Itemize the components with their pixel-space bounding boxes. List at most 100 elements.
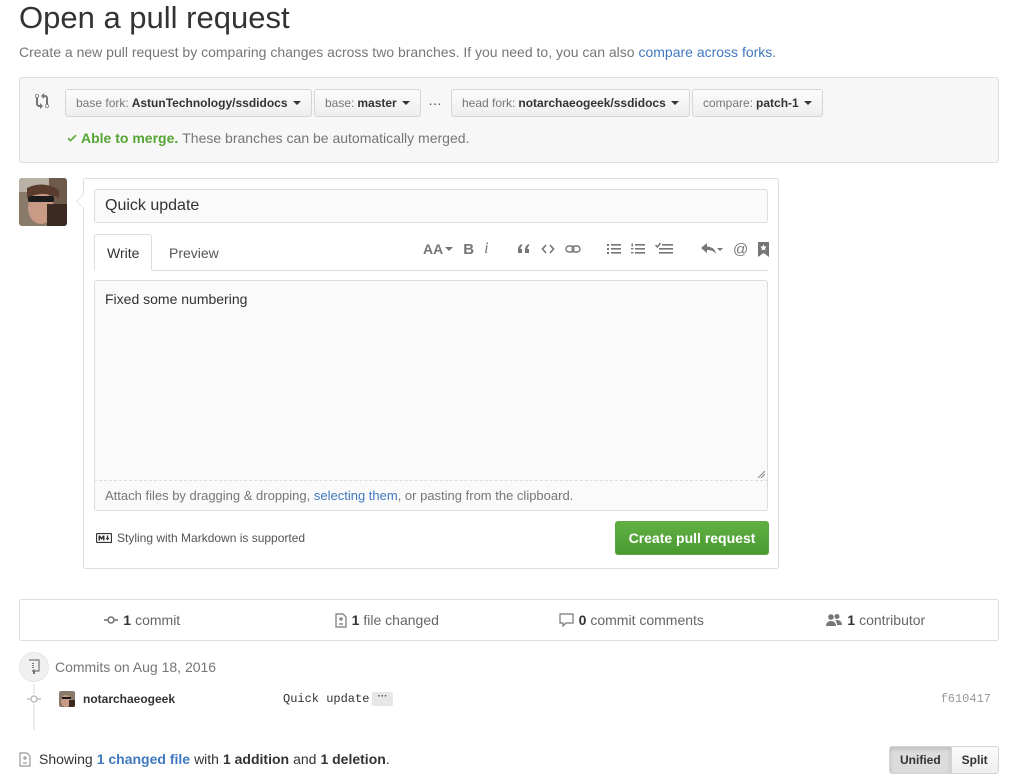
commit-author-link[interactable]: notarchaeogeek [83,692,175,706]
showing-label: Showing [39,751,93,767]
comment-icon [558,613,574,627]
head-fork-label: head fork: [462,96,516,110]
base-fork-value: AstunTechnology/ssdidocs [131,96,288,110]
tab-write[interactable]: Write [94,234,153,271]
head-fork-value: notarchaeogeek/ssdidocs [518,96,666,110]
italic-icon[interactable]: i [484,240,488,258]
base-fork-label: base fork: [76,96,129,110]
and-label: and [293,751,317,767]
additions-count: 1 addition [222,751,290,767]
quote-icon[interactable] [517,242,531,256]
commit-icon [27,694,41,704]
comments-label: commit comments [590,612,704,628]
commits-date: Commits on Aug 18, 2016 [55,659,217,675]
people-icon [826,614,843,626]
unified-view-button[interactable]: Unified [889,746,952,774]
code-icon[interactable] [541,242,555,256]
merge-status: Able to merge. These branches can be aut… [66,130,469,146]
range-ellipsis: … [428,92,442,108]
ordered-list-icon[interactable] [631,242,645,256]
pull-request-form: Write Preview AA B i @ [76,178,779,569]
split-view-button[interactable]: Split [951,746,999,774]
subtitle-text: Create a new pull request by comparing c… [19,44,635,60]
attach-suffix: , or pasting from the clipboard. [397,488,574,503]
attach-prefix: Attach files by dragging & dropping, [105,488,311,503]
caret-down-icon [670,101,679,105]
compare-across-forks-link[interactable]: compare across forks [638,44,772,60]
link-icon[interactable] [565,242,581,256]
commits-heading: Commits on Aug 18, 2016 [19,652,216,682]
git-compare-icon[interactable] [35,93,53,111]
contributors-count: 1 [847,612,856,628]
pr-body-textarea[interactable]: Fixed some numbering [94,280,768,480]
pr-body-text: Fixed some numbering [105,291,248,307]
caret-down-icon [803,101,812,105]
comments-count: 0 [578,612,587,628]
unordered-list-icon[interactable] [607,242,621,256]
commit-author-avatar[interactable] [59,691,75,707]
commits-label: commit [135,612,181,628]
avatar[interactable] [19,178,67,226]
merge-description: These branches can be automatically merg… [182,130,470,146]
summary-commits[interactable]: 1 commit [20,600,265,640]
summary-files[interactable]: 1 file changed [265,600,510,640]
repo-push-icon [19,652,49,682]
resize-handle-icon[interactable] [757,470,765,478]
summary-comments[interactable]: 0 commit comments [509,600,754,640]
tab-preview[interactable]: Preview [157,234,231,271]
markdown-toolbar-group-2 [512,237,586,261]
diff-end: . [385,751,390,767]
compare-value: patch-1 [756,96,799,110]
file-diff-icon [19,751,31,767]
commit-expander-button[interactable]: ··· [372,692,393,706]
compare-label: compare: [703,96,754,110]
branch-range-editor: base fork: AstunTechnology/ssdidocs base… [19,77,999,163]
attach-files-bar[interactable]: Attach files by dragging & dropping, sel… [94,480,768,511]
commit-row: notarchaeogeek Quick update ··· f610417 [24,690,999,710]
caret-down-icon [401,101,410,105]
check-icon [67,134,77,142]
markdown-icon [96,533,112,543]
reply-icon[interactable] [701,242,723,256]
changed-files-link[interactable]: 1 changed file [97,751,190,767]
bold-icon[interactable]: B [463,241,474,258]
markdown-toolbar-group-3 [602,237,678,261]
base-fork-select[interactable]: base fork: AstunTechnology/ssdidocs [65,89,312,117]
diff-view-toggle: Unified Split [889,746,999,774]
compare-summary: 1 commit 1 file changed 0 commit comments 1… [19,599,999,641]
deletions-count: 1 deletion [320,751,386,767]
commit-icon [104,616,119,624]
file-diff-icon [334,612,347,628]
with-label: with [194,751,219,767]
bookmark-icon[interactable] [758,241,770,257]
contributors-label: contributor [859,612,926,628]
commits-count: 1 [123,612,132,628]
base-value: master [357,96,397,110]
page-subtitle: Create a new pull request by comparing c… [19,44,776,60]
header-text-label: AA [423,241,444,257]
selecting-them-link[interactable]: selecting them [314,488,398,503]
commit-sha-link[interactable]: f610417 [941,692,991,706]
markdown-toolbar: AA B i [418,237,494,261]
caret-down-icon [292,101,301,105]
compare-branch-select[interactable]: compare: patch-1 [692,89,823,117]
markdown-note[interactable]: Styling with Markdown is supported [96,531,305,545]
markdown-note-text: Styling with Markdown is supported [117,531,306,545]
summary-contributors[interactable]: 1 contributor [754,600,999,640]
subtitle-end: . [772,44,777,60]
files-count: 1 [351,612,360,628]
base-label: base: [325,96,355,110]
pr-title-input[interactable] [94,189,768,223]
header-text-icon[interactable]: AA [423,241,454,257]
files-label: file changed [363,612,439,628]
diff-summary: Showing 1 changed file with 1 addition a… [19,751,390,767]
mention-icon[interactable]: @ [733,241,748,258]
task-list-icon[interactable] [655,242,673,256]
head-fork-select[interactable]: head fork: notarchaeogeek/ssdidocs [451,89,690,117]
commit-message-link[interactable]: Quick update [283,692,369,706]
markdown-toolbar-group-4: @ [696,237,775,261]
base-branch-select[interactable]: base: master [314,89,421,117]
create-pull-request-button[interactable]: Create pull request [615,521,769,555]
merge-ok-text: Able to merge. [81,130,179,146]
page-title: Open a pull request [19,0,290,35]
